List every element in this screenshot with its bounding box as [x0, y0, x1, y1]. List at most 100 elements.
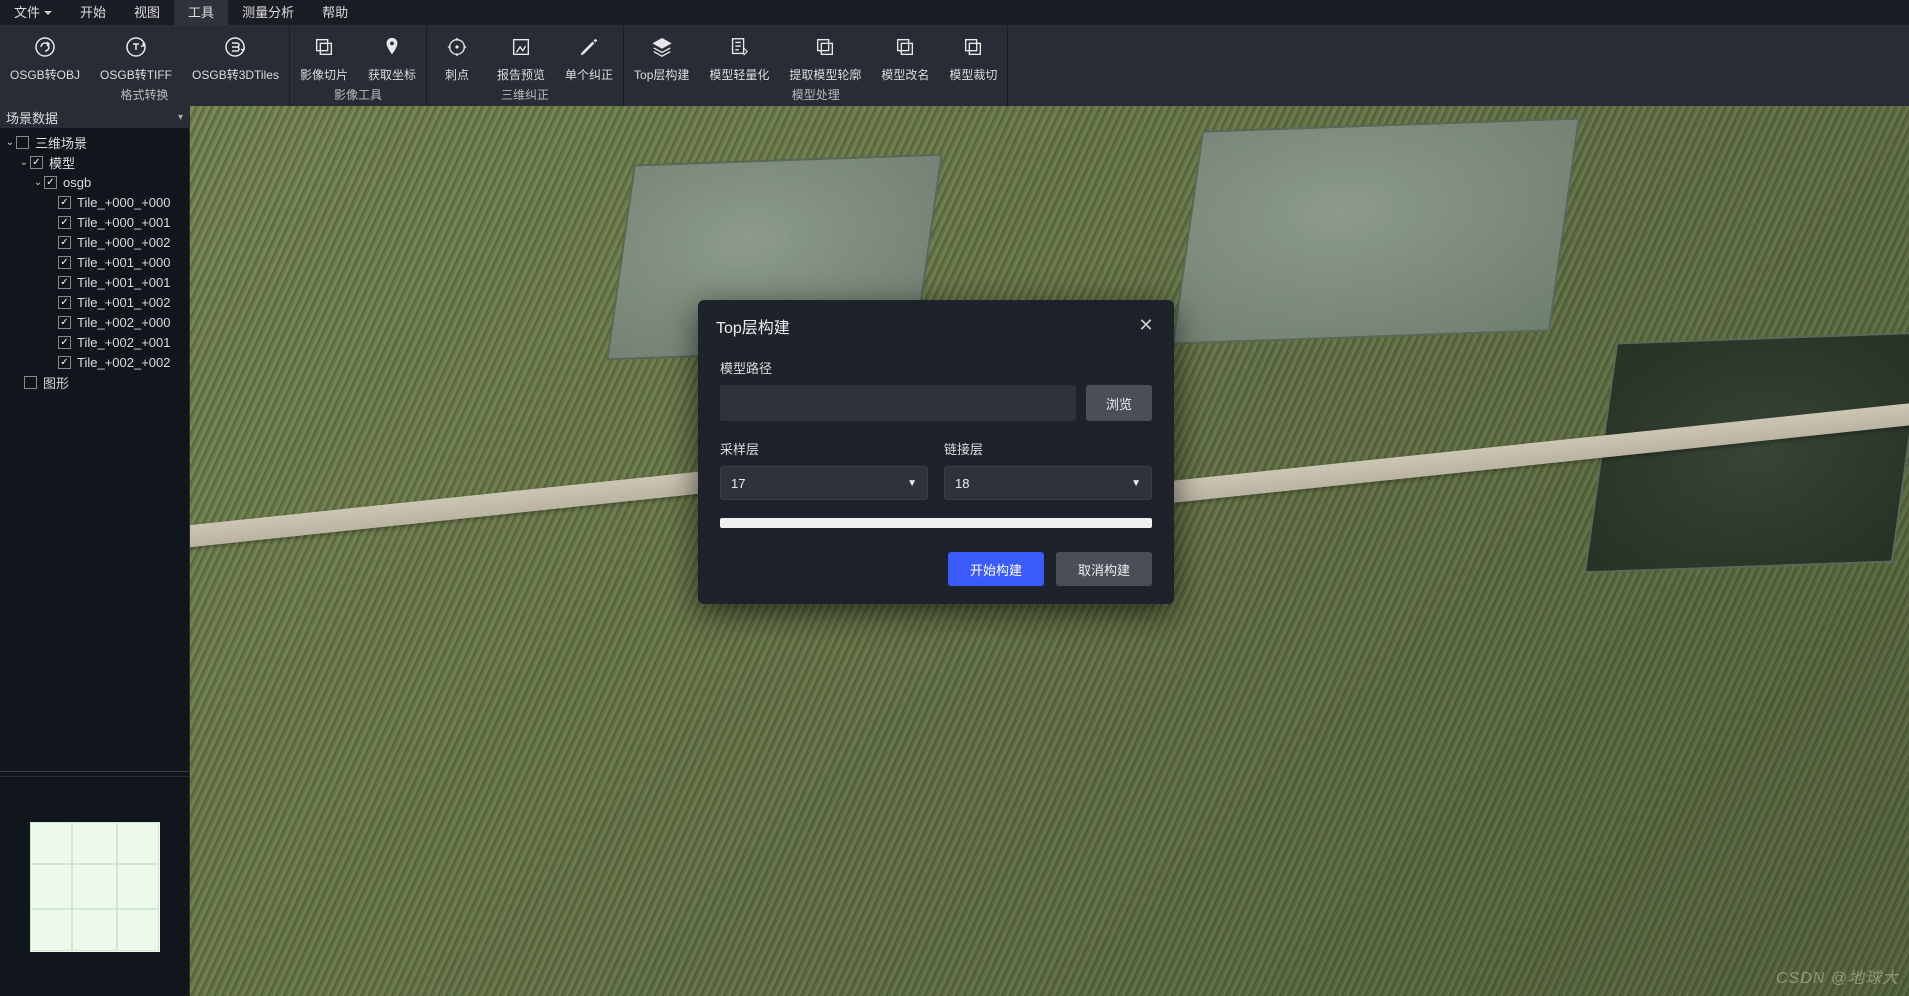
minimap-grid	[30, 822, 160, 952]
tree-shapes[interactable]: 图形	[2, 372, 187, 392]
prick-point-button[interactable]: 刺点	[427, 26, 487, 84]
model-rename-button[interactable]: 模型改名	[871, 26, 939, 84]
ribbon-group-label: 格式转换	[0, 84, 289, 106]
correct-icon	[576, 34, 602, 60]
top-layer-build-button[interactable]: Top层构建	[624, 26, 699, 84]
checkbox[interactable]	[16, 136, 29, 149]
sample-layer-label: 采样层	[720, 439, 928, 458]
checkbox[interactable]	[58, 236, 71, 249]
osgb-to-3dtiles-button[interactable]: OSGB转3DTiles	[182, 26, 289, 84]
checkbox[interactable]	[58, 276, 71, 289]
tree-tile[interactable]: Tile_+000_+000	[2, 192, 187, 212]
ribbon-label: 模型改名	[881, 66, 929, 83]
tree-label: Tile_+002_+002	[77, 355, 171, 370]
ribbon-label: 模型裁切	[949, 66, 997, 83]
menu-measure[interactable]: 测量分析	[228, 0, 308, 26]
tree-label: 模型	[49, 153, 75, 172]
select-value: 17	[731, 476, 745, 491]
menu-file[interactable]: 文件	[0, 0, 66, 26]
tree-label: 图形	[43, 373, 69, 392]
menu-view[interactable]: 视图	[120, 0, 174, 26]
sample-layer-select[interactable]: 17 ▼	[720, 466, 928, 500]
checkbox[interactable]	[58, 316, 71, 329]
sidebar: 场景数据 ▾ ⌄三维场景 ⌄模型 ⌄osgb Tile_+000_+000 Ti…	[0, 106, 190, 996]
checkbox[interactable]	[24, 376, 37, 389]
tree-osgb[interactable]: ⌄osgb	[2, 172, 187, 192]
rename-icon	[892, 34, 918, 60]
ribbon-label: 单个纠正	[565, 66, 613, 83]
watermark: CSDN @地球大	[1776, 964, 1899, 988]
ribbon-label: 模型轻量化	[709, 66, 769, 83]
ribbon-label: 提取模型轮廓	[789, 66, 861, 83]
tree-tile[interactable]: Tile_+002_+001	[2, 332, 187, 352]
model-lightweight-button[interactable]: 模型轻量化	[699, 26, 779, 84]
divider	[0, 771, 189, 772]
single-correct-button[interactable]: 单个纠正	[555, 26, 623, 84]
tree-tile[interactable]: Tile_+001_+002	[2, 292, 187, 312]
checkbox[interactable]	[58, 336, 71, 349]
3d-viewport[interactable]: Top层构建 ✕ 模型路径 浏览 采样层 17 ▼	[190, 106, 1909, 996]
checkbox[interactable]	[30, 156, 43, 169]
panel-header: 场景数据 ▾	[0, 106, 189, 128]
checkbox[interactable]	[58, 256, 71, 269]
image-slice-button[interactable]: 影像切片	[290, 26, 358, 84]
link-layer-label: 链接层	[944, 439, 1152, 458]
ribbon-group-model: Top层构建 模型轻量化 提取模型轮廓 模型改名 模型裁切 模型处理	[624, 26, 1008, 106]
menu-tools[interactable]: 工具	[174, 0, 228, 26]
caret-icon: ⌄	[32, 177, 44, 188]
convert-t-icon	[123, 34, 149, 60]
ribbon-label: 影像切片	[300, 66, 348, 83]
tree-model[interactable]: ⌄模型	[2, 152, 187, 172]
ribbon-group-format: OSGB转OBJ OSGB转TIFF OSGB转3DTiles 格式转换	[0, 26, 290, 106]
menu-help[interactable]: 帮助	[308, 0, 362, 26]
osgb-to-tiff-button[interactable]: OSGB转TIFF	[90, 26, 182, 84]
crop-icon	[960, 34, 986, 60]
get-coord-button[interactable]: 获取坐标	[358, 26, 426, 84]
checkbox[interactable]	[58, 296, 71, 309]
browse-button[interactable]: 浏览	[1086, 385, 1152, 421]
lightweight-icon	[726, 34, 752, 60]
tree-label: 三维场景	[35, 133, 87, 152]
extract-outline-button[interactable]: 提取模型轮廓	[779, 26, 871, 84]
model-crop-button[interactable]: 模型裁切	[939, 26, 1007, 84]
tree-tile[interactable]: Tile_+001_+000	[2, 252, 187, 272]
tree-root[interactable]: ⌄三维场景	[2, 132, 187, 152]
tree-tile[interactable]: Tile_+002_+000	[2, 312, 187, 332]
checkbox[interactable]	[58, 196, 71, 209]
progress-bar	[720, 518, 1152, 528]
checkbox[interactable]	[44, 176, 57, 189]
report-preview-button[interactable]: 报告预览	[487, 26, 555, 84]
dialog-title: Top层构建	[716, 314, 790, 338]
cancel-build-button[interactable]: 取消构建	[1056, 552, 1152, 586]
tree-tile[interactable]: Tile_+001_+001	[2, 272, 187, 292]
start-build-button[interactable]: 开始构建	[948, 552, 1044, 586]
ribbon-group-label: 影像工具	[290, 84, 426, 106]
tree-tile[interactable]: Tile_+002_+002	[2, 352, 187, 372]
tree-label: Tile_+000_+000	[77, 195, 171, 210]
panel-menu-icon[interactable]: ▾	[178, 112, 183, 123]
chevron-down-icon: ▼	[907, 478, 917, 489]
link-layer-select[interactable]: 18 ▼	[944, 466, 1152, 500]
target-icon	[444, 34, 470, 60]
tree-label: Tile_+001_+001	[77, 275, 171, 290]
close-icon[interactable]: ✕	[1136, 316, 1156, 336]
osgb-to-obj-button[interactable]: OSGB转OBJ	[0, 26, 90, 84]
checkbox[interactable]	[58, 356, 71, 369]
tree-tile[interactable]: Tile_+000_+001	[2, 212, 187, 232]
tree-label: Tile_+001_+000	[77, 255, 171, 270]
ribbon-label: 获取坐标	[368, 66, 416, 83]
ribbon-label: 报告预览	[497, 66, 545, 83]
menu-file-label: 文件	[14, 0, 40, 26]
menu-start[interactable]: 开始	[66, 0, 120, 26]
ribbon-label: OSGB转TIFF	[100, 66, 172, 83]
image-slice-icon	[311, 34, 337, 60]
convert-e-icon	[222, 34, 248, 60]
outline-icon	[812, 34, 838, 60]
minimap[interactable]	[0, 776, 189, 996]
tree-label: Tile_+001_+002	[77, 295, 171, 310]
model-path-input[interactable]	[720, 385, 1076, 421]
ribbon-group-label: 三维纠正	[427, 84, 623, 106]
report-icon	[508, 34, 534, 60]
tree-tile[interactable]: Tile_+000_+002	[2, 232, 187, 252]
checkbox[interactable]	[58, 216, 71, 229]
